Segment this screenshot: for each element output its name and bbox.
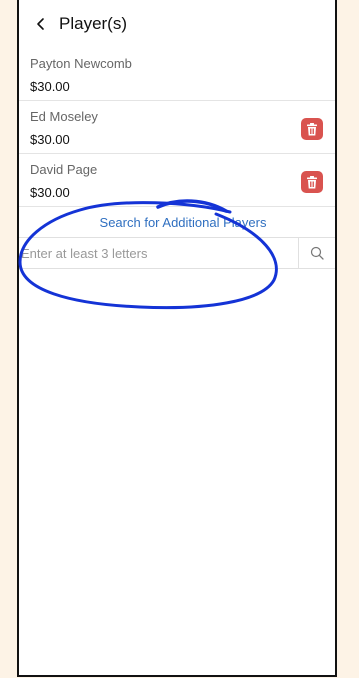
player-row: Payton Newcomb $30.00 xyxy=(19,48,335,101)
player-search-input[interactable] xyxy=(19,238,298,268)
page-title: Player(s) xyxy=(59,14,128,33)
search-row xyxy=(19,237,335,269)
search-additional-players-link[interactable]: Search for Additional Players xyxy=(19,207,335,237)
player-amount: $30.00 xyxy=(30,132,70,147)
search-icon xyxy=(310,246,324,260)
delete-player-button[interactable] xyxy=(301,171,323,193)
player-amount: $30.00 xyxy=(30,79,70,94)
back-button[interactable] xyxy=(31,14,51,34)
trash-icon xyxy=(307,175,317,188)
player-name: Payton Newcomb xyxy=(30,56,132,71)
player-row: David Page $30.00 xyxy=(19,154,335,207)
header: Player(s) xyxy=(19,0,335,48)
player-row: Ed Moseley $30.00 xyxy=(19,101,335,154)
phone-screen: Player(s) Payton Newcomb $30.00 Ed Mosel… xyxy=(17,0,337,677)
player-amount: $30.00 xyxy=(30,185,70,200)
search-button[interactable] xyxy=(298,238,335,268)
player-name: David Page xyxy=(30,162,98,177)
player-name: Ed Moseley xyxy=(30,109,98,124)
trash-icon xyxy=(307,122,317,135)
chevron-left-icon xyxy=(37,18,44,30)
delete-player-button[interactable] xyxy=(301,118,323,140)
